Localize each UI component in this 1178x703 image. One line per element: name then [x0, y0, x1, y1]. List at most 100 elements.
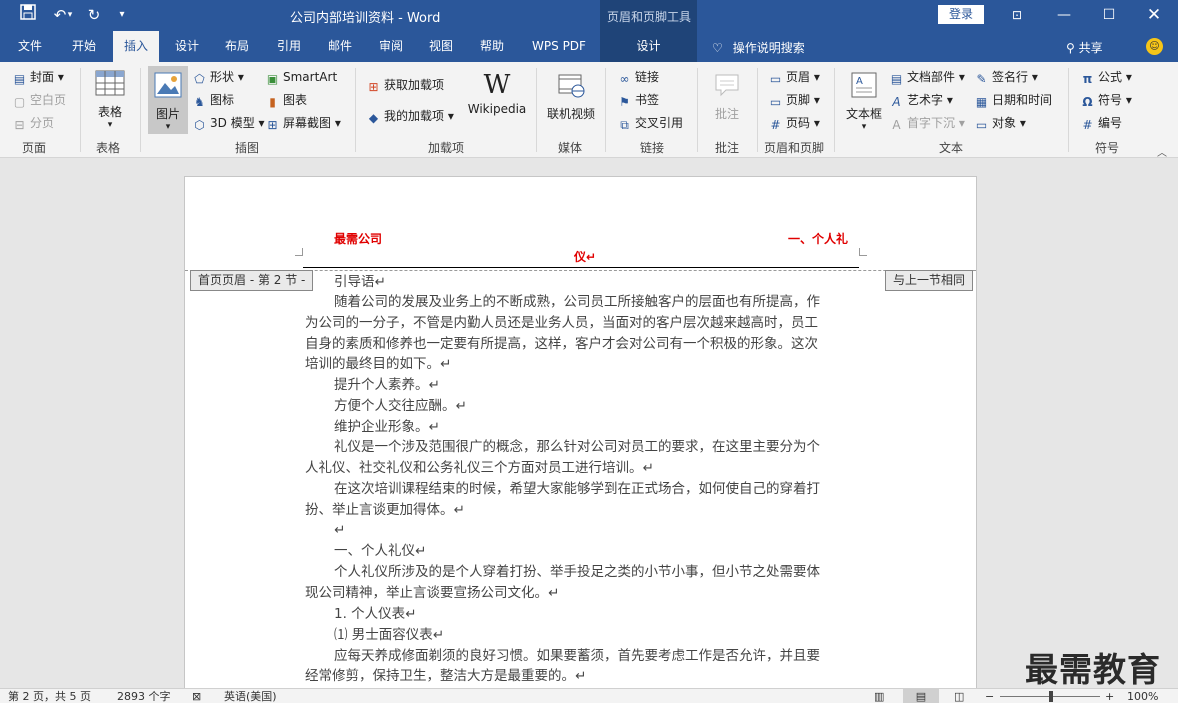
number-button[interactable]: # 编号 — [1080, 113, 1122, 133]
tab-insert[interactable]: 插入 — [113, 31, 159, 62]
smartart-button[interactable]: ▣ SmartArt — [265, 67, 337, 87]
save-icon[interactable] — [16, 4, 40, 26]
tab-review[interactable]: 审阅 — [368, 31, 414, 62]
header-text-center[interactable]: 仪↵ — [574, 248, 596, 265]
tab-home[interactable]: 开始 — [58, 31, 110, 62]
3d-model-button[interactable]: ⬡ 3D 模型 ▾ — [192, 113, 264, 133]
object-button[interactable]: ▭ 对象 ▾ — [974, 113, 1026, 133]
tell-me-search[interactable]: ♡ 操作说明搜索 — [712, 39, 805, 56]
symbol-button[interactable]: Ω 符号 ▾ — [1080, 90, 1131, 110]
bookmark-button[interactable]: ⚑ 书签 — [617, 90, 659, 110]
word-count[interactable]: 2893 个字 — [117, 689, 171, 703]
table-button[interactable]: 表格 ▾ — [88, 68, 132, 130]
tab-wps-pdf[interactable]: WPS PDF — [523, 31, 595, 62]
wikipedia-label: Wikipedia — [467, 102, 527, 116]
online-video-button[interactable]: 联机视频 — [543, 70, 599, 122]
wordart-button[interactable]: A 艺术字 ▾ — [889, 90, 952, 110]
icons-button[interactable]: ♞ 图标 — [192, 90, 234, 110]
signature-line-button[interactable]: ✎ 签名行 ▾ — [974, 67, 1037, 87]
web-layout-icon[interactable]: ◫ — [954, 689, 964, 703]
print-layout-icon[interactable]: ▤ — [903, 689, 939, 703]
zoom-slider-thumb[interactable] — [1049, 691, 1053, 702]
doc-line[interactable]: 为公司的一分子，不管是内勤人员还是业务人员，当面对的客户层次越来越高时，员工 — [305, 313, 818, 333]
date-time-button[interactable]: ▦ 日期和时间 — [974, 90, 1052, 110]
tab-file[interactable]: 文件 — [4, 31, 56, 62]
doc-line[interactable]: 个人礼仪所涉及的是个人穿着打扮、举手投足之类的小节小事，但小节之处需要体 — [334, 562, 820, 582]
doc-line[interactable]: 提升个人素养。↵ — [334, 375, 440, 395]
tab-mailings[interactable]: 邮件 — [317, 31, 363, 62]
redo-icon[interactable]: ↻ — [82, 4, 106, 26]
equation-button[interactable]: π 公式 ▾ — [1080, 67, 1132, 87]
read-mode-icon[interactable]: ▥ — [874, 689, 884, 703]
doc-line[interactable]: 一、个人礼仪↵ — [334, 541, 426, 561]
screenshot-icon: ⊞ — [267, 118, 278, 132]
page-number-icon: # — [770, 118, 781, 132]
login-button[interactable]: 登录 — [938, 5, 984, 24]
get-addins-button[interactable]: ⊞ 获取加载项 — [366, 75, 444, 95]
chart-button[interactable]: ▮ 图表 — [265, 90, 307, 110]
share-button[interactable]: ⚲ 共享 — [1066, 39, 1103, 56]
doc-line[interactable]: 应每天养成修面剃须的良好习惯。如果要蓄须，首先要考虑工作是否允许，并且要 — [334, 646, 820, 666]
zoom-level[interactable]: 100% — [1127, 689, 1158, 703]
collapse-ribbon-icon[interactable]: ︿ — [1157, 144, 1167, 159]
cover-page-button[interactable]: ▤ 封面 ▾ — [12, 67, 64, 87]
doc-line[interactable]: 随着公司的发展及业务上的不断成熟，公司员工所接触客户的层面也有所提高，作 — [334, 292, 820, 312]
shapes-label: 形状 — [210, 70, 235, 84]
doc-line[interactable]: 自身的素质和修养也一定要有所提高，这样，客户才会对公司有一个积极的形象。这次 — [305, 334, 818, 354]
wikipedia-button[interactable]: W Wikipedia — [466, 70, 528, 116]
header-button[interactable]: ▭ 页眉 ▾ — [768, 67, 820, 87]
undo-dropdown-icon[interactable]: ▾ — [64, 4, 76, 26]
page-number-button[interactable]: # 页码 ▾ — [768, 113, 819, 133]
footer-button[interactable]: ▭ 页脚 ▾ — [768, 90, 820, 110]
smiley-feedback-icon[interactable]: ☺ — [1146, 38, 1163, 55]
doc-line[interactable]: 1. 个人仪表↵ — [334, 604, 416, 624]
picture-button[interactable]: 图片 ▾ — [148, 66, 188, 134]
zoom-in-button[interactable]: + — [1105, 689, 1114, 703]
textbox-button[interactable]: A 文本框 ▾ — [842, 70, 886, 132]
doc-line[interactable]: 在这次培训课程结束的时候，希望大家能够学到在正式场合，如何使自己的穿着打 — [334, 479, 820, 499]
signature-line-label: 签名行 — [992, 70, 1029, 84]
tab-help[interactable]: 帮助 — [469, 31, 515, 62]
drop-cap-button: A 首字下沉 ▾ — [889, 113, 964, 133]
close-icon[interactable]: ✕ — [1139, 4, 1169, 26]
cross-reference-icon: ⧉ — [620, 118, 629, 132]
tab-view[interactable]: 视图 — [418, 31, 464, 62]
header-text-right[interactable]: 一、个人礼 — [788, 230, 848, 247]
page-count[interactable]: 第 2 页，共 5 页 — [8, 689, 91, 703]
doc-line[interactable]: ↵ — [334, 520, 345, 540]
cross-reference-button[interactable]: ⧉ 交叉引用 — [617, 113, 683, 133]
language-indicator[interactable]: 英语(美国) — [224, 689, 277, 703]
ribbon-display-icon[interactable]: ⊡ — [1002, 4, 1032, 26]
doc-line[interactable]: 扮、举止言谈更加得体。↵ — [305, 500, 465, 520]
shapes-button[interactable]: ⬠ 形状 ▾ — [192, 67, 244, 87]
doc-line[interactable]: 维护企业形象。↵ — [334, 417, 440, 437]
quick-parts-button[interactable]: ▤ 文档部件 ▾ — [889, 67, 965, 87]
link-button[interactable]: ∞ 链接 — [617, 67, 660, 87]
doc-line[interactable]: 方便个人交往应酬。↵ — [334, 396, 467, 416]
tab-layout[interactable]: 布局 — [214, 31, 260, 62]
same-as-previous-tag: 与上一节相同 — [885, 270, 974, 291]
proofing-icon[interactable]: ⊠ — [192, 689, 201, 703]
header-text-left[interactable]: 最需公司 — [334, 230, 382, 247]
doc-line[interactable]: 引导语↵ — [334, 272, 386, 292]
ribbon-separator — [536, 68, 537, 152]
doc-line[interactable]: 人礼仪、社交礼仪和公务礼仪三个方面对员工进行培训。↵ — [305, 458, 654, 478]
tab-header-footer-design[interactable]: 设计 — [600, 31, 697, 62]
tab-references[interactable]: 引用 — [266, 31, 312, 62]
tab-design[interactable]: 设计 — [164, 31, 210, 62]
doc-line[interactable]: ⑴ 男士面容仪表↵ — [334, 625, 444, 645]
header-icon: ▭ — [769, 72, 782, 86]
zoom-out-button[interactable]: − — [985, 689, 994, 703]
customize-qat-icon[interactable]: ▾ — [110, 4, 134, 26]
my-addins-button[interactable]: ◆ 我的加载项 ▾ — [366, 106, 454, 126]
maximize-icon[interactable]: ☐ — [1094, 4, 1124, 26]
screenshot-button[interactable]: ⊞ 屏幕截图 ▾ — [265, 113, 340, 133]
cover-page-icon: ▤ — [13, 72, 26, 86]
doc-line[interactable]: 礼仪是一个涉及范围很广的概念，那么针对公司对员工的要求，在这里主要分为个 — [334, 437, 820, 457]
blank-page-button: ▢ 空白页 — [12, 90, 66, 110]
doc-line[interactable]: 现公司精神，举止言谈要宣扬公司文化。↵ — [305, 583, 559, 603]
ribbon-separator — [355, 68, 356, 152]
doc-line[interactable]: 经常修剪，保持卫生，整洁大方是最重要的。↵ — [305, 666, 586, 686]
minimize-icon[interactable]: — — [1049, 4, 1079, 26]
doc-line[interactable]: 培训的最终目的如下。↵ — [305, 354, 451, 374]
